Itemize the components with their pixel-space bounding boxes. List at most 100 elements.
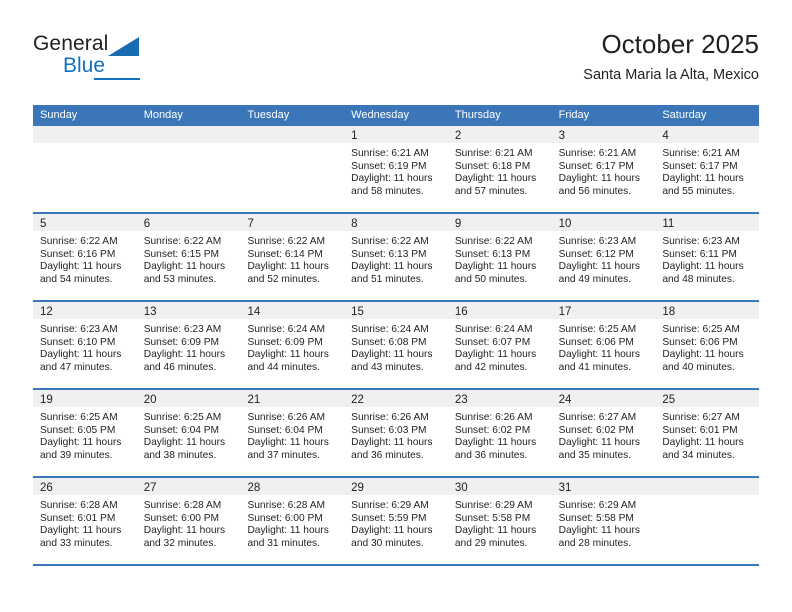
calendar-day-cell[interactable]: 18 Sunrise: 6:25 AM Sunset: 6:06 PM Dayligh… (655, 302, 760, 388)
day-details: Sunrise: 6:22 AM Sunset: 6:14 PM Daylight:… (240, 231, 344, 286)
sunset-text: Sunset: 6:19 PM (351, 160, 427, 172)
sunset-text: Sunset: 6:13 PM (351, 248, 427, 260)
sunset-text: Sunset: 6:09 PM (143, 336, 220, 348)
daylight-text-line1: Daylight: 11 hours (454, 437, 537, 449)
calendar-day-cell[interactable]: 29 Sunrise: 6:29 AM Sunset: 5:59 PM Dayligh… (344, 478, 448, 564)
calendar-day-cell[interactable]: 14 Sunrise: 6:24 AM Sunset: 6:09 PM Dayligh… (240, 302, 345, 388)
day-details: Sunrise: 6:21 AM Sunset: 6:19 PM Daylight:… (344, 143, 448, 198)
calendar-day-cell[interactable]: 22 Sunrise: 6:26 AM Sunset: 6:03 PM Dayligh… (344, 390, 448, 476)
day-number: 10 (558, 218, 572, 230)
sunrise-text: Sunrise: 6:28 AM (40, 500, 118, 511)
daylight-text-line2: and 38 minutes. (143, 449, 217, 461)
calendar-day-cell[interactable]: 10 Sunrise: 6:23 AM Sunset: 6:12 PM Dayligh… (551, 214, 656, 300)
day-number-band: 20 (136, 390, 241, 407)
daylight-text-line1: Daylight: 11 hours (143, 525, 226, 537)
calendar-day-cell[interactable]: 31 Sunrise: 6:29 AM Sunset: 5:58 PM Dayligh… (551, 478, 656, 564)
calendar-page: General Blue October 2025 Santa Maria la… (0, 0, 792, 612)
daylight-text-line1: Daylight: 11 hours (40, 261, 122, 273)
sunrise-text: Sunrise: 6:22 AM (454, 236, 533, 247)
day-number-band: 31 (551, 478, 656, 495)
sunrise-text: Sunrise: 6:26 AM (247, 412, 326, 423)
sunrise-text: Sunrise: 6:21 AM (662, 148, 740, 159)
calendar-day-cell[interactable]: 12 Sunrise: 6:23 AM Sunset: 6:10 PM Dayligh… (33, 302, 137, 388)
calendar-day-cell[interactable]: 1 Sunrise: 6:21 AM Sunset: 6:19 PM Daylight… (344, 126, 448, 212)
daylight-text-line1: Daylight: 11 hours (558, 349, 640, 361)
calendar-day-cell[interactable]: 8 Sunrise: 6:22 AM Sunset: 6:13 PM Daylight… (344, 214, 448, 300)
calendar-day-cell[interactable]: 26 Sunrise: 6:28 AM Sunset: 6:01 PM Dayligh… (33, 478, 137, 564)
day-details: Sunrise: 6:23 AM Sunset: 6:12 PM Daylight:… (552, 231, 656, 286)
day-number-band: 4 (655, 126, 760, 143)
sunset-text: Sunset: 5:59 PM (351, 512, 427, 524)
calendar-day-cell[interactable]: 25 Sunrise: 6:27 AM Sunset: 6:01 PM Dayligh… (655, 390, 760, 476)
sunset-text: Sunset: 6:06 PM (662, 336, 738, 348)
calendar-day-cell[interactable]: 15 Sunrise: 6:24 AM Sunset: 6:08 PM Dayligh… (344, 302, 448, 388)
sunrise-text: Sunrise: 6:22 AM (143, 236, 222, 247)
day-details: Sunrise: 6:28 AM Sunset: 6:00 PM Daylight:… (137, 495, 241, 550)
sunset-text: Sunset: 6:04 PM (143, 424, 220, 436)
day-number: 2 (454, 130, 462, 142)
daylight-text-line1: Daylight: 11 hours (40, 437, 122, 449)
calendar-day-cell[interactable]: 13 Sunrise: 6:23 AM Sunset: 6:09 PM Dayligh… (136, 302, 241, 388)
sunrise-text: Sunrise: 6:25 AM (143, 412, 222, 423)
sunrise-text: Sunrise: 6:25 AM (40, 412, 118, 423)
weekday-header-thursday: Thursday (454, 109, 501, 121)
sunrise-text: Sunrise: 6:29 AM (351, 500, 429, 511)
daylight-text-line2: and 54 minutes. (40, 273, 113, 285)
calendar-day-cell[interactable]: 9 Sunrise: 6:22 AM Sunset: 6:13 PM Daylight… (447, 214, 552, 300)
sunrise-text: Sunrise: 6:22 AM (247, 236, 326, 247)
calendar-day-cell[interactable]: 23 Sunrise: 6:26 AM Sunset: 6:02 PM Dayligh… (447, 390, 552, 476)
calendar-day-cell[interactable]: 6 Sunrise: 6:22 AM Sunset: 6:15 PM Daylight… (136, 214, 241, 300)
calendar-day-cell[interactable]: 3 Sunrise: 6:21 AM Sunset: 6:17 PM Daylight… (551, 126, 656, 212)
day-number: 11 (662, 218, 675, 230)
sunset-text: Sunset: 6:00 PM (247, 512, 323, 524)
sunrise-text: Sunrise: 6:21 AM (558, 148, 637, 159)
calendar-day-cell[interactable]: 7 Sunrise: 6:22 AM Sunset: 6:14 PM Daylight… (240, 214, 345, 300)
daylight-text-line1: Daylight: 11 hours (247, 261, 329, 273)
calendar-day-cell[interactable]: 2 Sunrise: 6:21 AM Sunset: 6:18 PM Daylight… (447, 126, 552, 212)
sunrise-text: Sunrise: 6:21 AM (351, 148, 429, 159)
page-title: October 2025 (601, 29, 759, 59)
calendar-day-cell[interactable]: 4 Sunrise: 6:21 AM Sunset: 6:17 PM Daylight… (655, 126, 760, 212)
day-details: Sunrise: 6:22 AM Sunset: 6:15 PM Daylight:… (137, 231, 241, 286)
calendar-day-cell[interactable]: 5 Sunrise: 6:22 AM Sunset: 6:16 PM Daylight… (33, 214, 137, 300)
sunset-text: Sunset: 6:05 PM (40, 424, 116, 436)
calendar-day-cell[interactable]: 17 Sunrise: 6:25 AM Sunset: 6:06 PM Dayligh… (551, 302, 656, 388)
calendar-day-cell[interactable]: 24 Sunrise: 6:27 AM Sunset: 6:02 PM Dayligh… (551, 390, 656, 476)
calendar-day-cell[interactable]: 28 Sunrise: 6:28 AM Sunset: 6:00 PM Dayligh… (240, 478, 345, 564)
calendar-day-cell[interactable]: 19 Sunrise: 6:25 AM Sunset: 6:05 PM Dayligh… (33, 390, 137, 476)
day-number: 28 (247, 482, 261, 494)
daylight-text-line2: and 52 minutes. (247, 273, 320, 285)
day-details: Sunrise: 6:25 AM Sunset: 6:06 PM Daylight:… (552, 319, 656, 374)
logo-triangle-icon (108, 37, 139, 56)
day-number-band: 24 (551, 390, 656, 407)
sunset-text: Sunset: 6:01 PM (40, 512, 116, 524)
calendar-day-cell[interactable]: 21 Sunrise: 6:26 AM Sunset: 6:04 PM Dayligh… (240, 390, 345, 476)
daylight-text-line2: and 47 minutes. (40, 361, 113, 373)
daylight-text-line1: Daylight: 11 hours (558, 437, 640, 449)
calendar-weeks: 1 Sunrise: 6:21 AM Sunset: 6:19 PM Daylight… (33, 126, 760, 566)
day-number: 15 (351, 306, 364, 318)
calendar-day-cell[interactable]: 27 Sunrise: 6:28 AM Sunset: 6:00 PM Dayligh… (136, 478, 241, 564)
calendar-grid: Sunday Monday Tuesday Wednesday Thursday Frid… (33, 105, 760, 566)
daylight-text-line2: and 28 minutes. (558, 537, 632, 549)
calendar-day-cell-empty (33, 126, 137, 212)
daylight-text-line2: and 33 minutes. (40, 537, 113, 549)
calendar-day-cell[interactable]: 20 Sunrise: 6:25 AM Sunset: 6:04 PM Dayligh… (136, 390, 241, 476)
day-number-band: 8 (344, 214, 448, 231)
sunset-text: Sunset: 6:16 PM (40, 248, 116, 260)
calendar-day-cell[interactable]: 30 Sunrise: 6:29 AM Sunset: 5:58 PM Dayligh… (447, 478, 552, 564)
calendar-day-cell[interactable]: 11 Sunrise: 6:23 AM Sunset: 6:11 PM Dayligh… (655, 214, 760, 300)
day-number-band: 7 (240, 214, 345, 231)
daylight-text-line2: and 31 minutes. (247, 537, 320, 549)
day-details: Sunrise: 6:26 AM Sunset: 6:03 PM Daylight:… (344, 407, 448, 462)
day-number: 30 (454, 482, 468, 494)
day-number: 6 (143, 218, 151, 230)
general-blue-logo[interactable]: General Blue (33, 32, 233, 88)
calendar-day-cell[interactable]: 16 Sunrise: 6:24 AM Sunset: 6:07 PM Dayligh… (447, 302, 552, 388)
day-number: 31 (558, 482, 572, 494)
day-number-band (33, 126, 137, 143)
daylight-text-line2: and 56 minutes. (558, 185, 632, 197)
daylight-text-line1: Daylight: 11 hours (40, 525, 122, 537)
day-details: Sunrise: 6:22 AM Sunset: 6:13 PM Daylight:… (448, 231, 552, 286)
weekday-header-wednesday: Wednesday (351, 109, 410, 121)
